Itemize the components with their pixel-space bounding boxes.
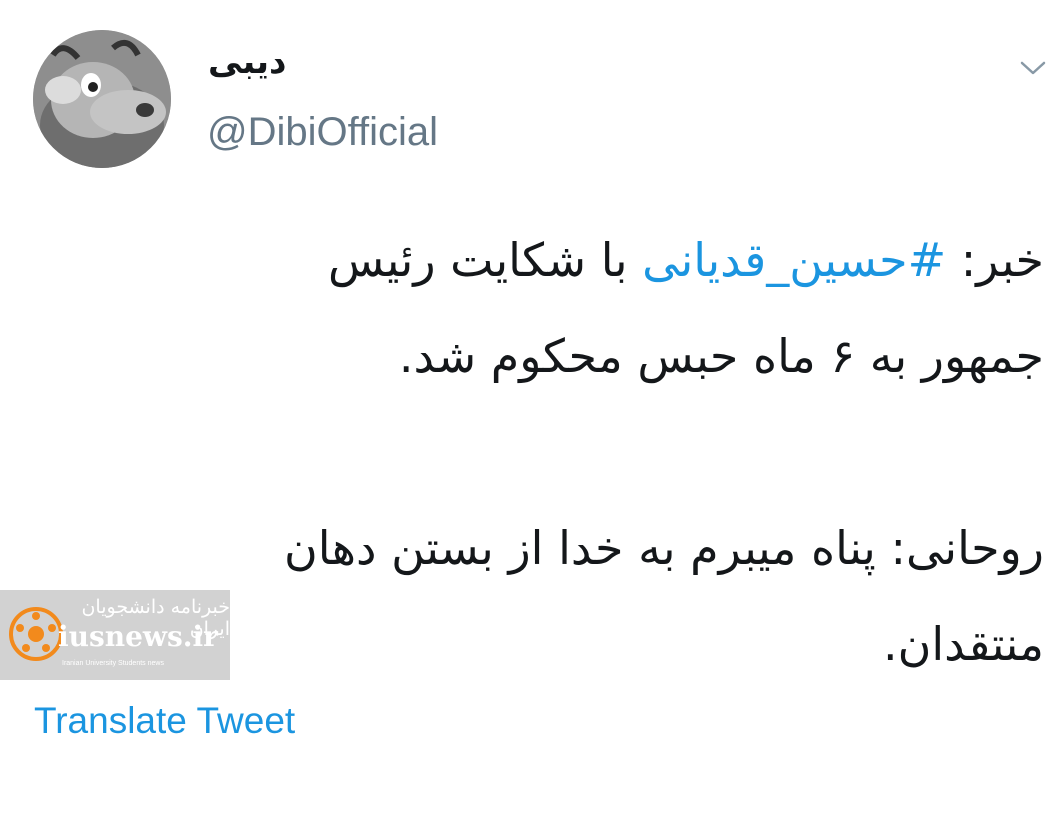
tweet-text-segment: با شکایت رئیس [327,233,643,287]
watermark-url: iusnews.ir [58,620,218,653]
avatar-image [33,30,171,168]
watermark: خبرنامه دانشجویان ایران iusnews.ir Irani… [0,590,230,680]
chevron-down-icon [1020,61,1046,75]
translate-tweet-link[interactable]: Translate Tweet [34,700,295,742]
tweet-line-2: جمهور به ۶ ماه حبس محکوم شد. [398,329,1044,383]
hashtag-link[interactable]: #حسین_قدیانی [642,233,946,287]
user-handle[interactable]: @DibiOfficial [207,110,438,155]
avatar[interactable] [33,30,171,168]
tweet-line-3: روحانی: پناه میبرم به خدا از بستن دهان [283,521,1044,575]
tweet-menu-button[interactable] [1018,58,1048,78]
tweet-line-1: خبر: #حسین_قدیانی با شکایت رئیس [124,212,1044,308]
watermark-logo-icon [9,607,63,661]
display-name[interactable]: دیبی [208,42,287,82]
tweet-text: خبر: #حسین_قدیانی با شکایت رئیس جمهور به… [124,212,1044,692]
tweet-line-4: منتقدان. [883,617,1044,671]
tweet-text-segment: خبر: [946,233,1044,287]
watermark-subtitle: Iranian University Students news [62,660,164,667]
